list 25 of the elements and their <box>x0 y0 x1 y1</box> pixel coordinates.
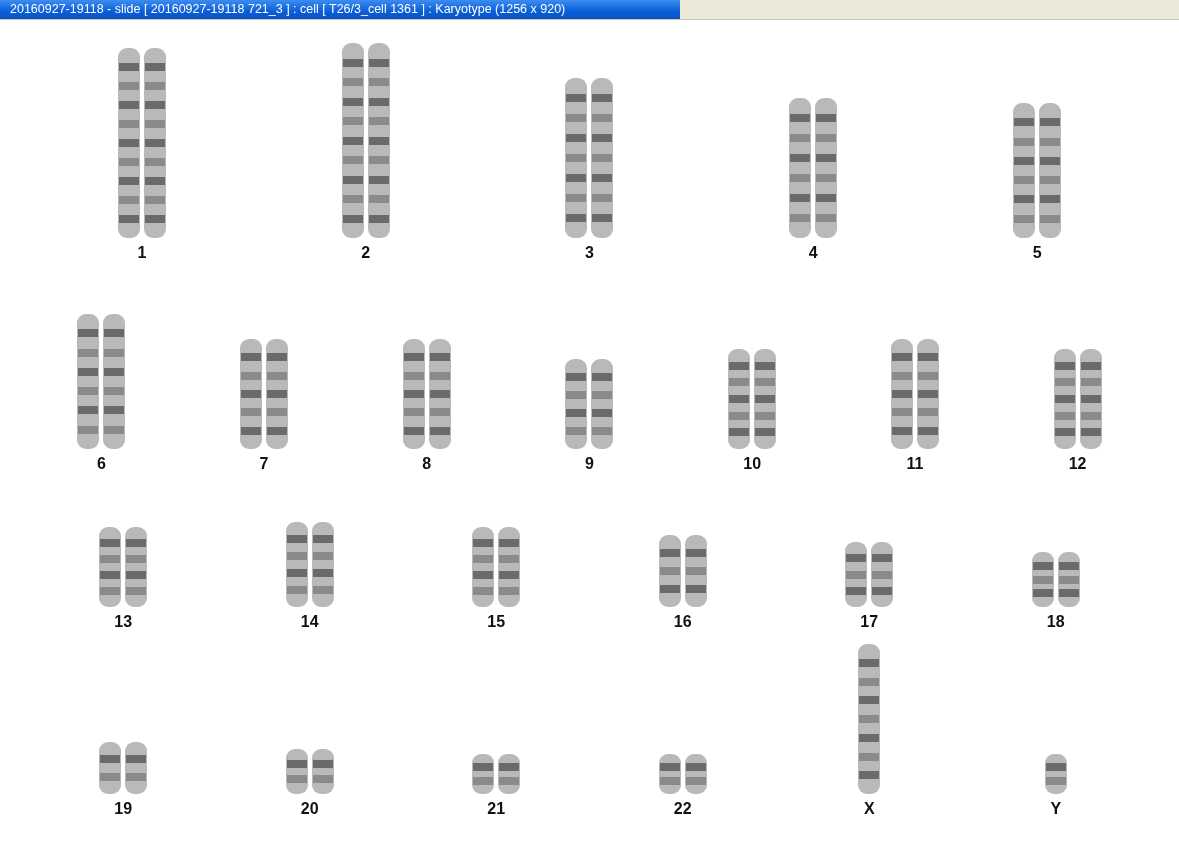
chromosome-number: 20 <box>300 800 319 818</box>
chromosome-number: 5 <box>1032 244 1042 262</box>
chromosome-number: X <box>863 800 875 818</box>
chromosome-number: 19 <box>114 800 133 818</box>
chromosome-number: 14 <box>300 613 319 631</box>
chromosome-number: 17 <box>860 613 879 631</box>
chromosome-number: 16 <box>673 613 692 631</box>
chromosome-number: 11 <box>906 455 924 473</box>
chromosome-number: Y <box>1050 800 1062 818</box>
chromosome-number: 15 <box>487 613 506 631</box>
chromosome-number: 9 <box>585 455 594 473</box>
chromosome-number: 2 <box>361 244 371 262</box>
chromosome-number: 4 <box>808 244 818 262</box>
chromosome-number: 8 <box>422 455 432 473</box>
chromosome-number: 7 <box>259 455 269 473</box>
chromosome-number: 18 <box>1046 613 1065 631</box>
chromosome-number: 13 <box>114 613 133 631</box>
chromosome-number: 1 <box>137 244 147 262</box>
chromosome-number: 12 <box>1068 455 1087 473</box>
chromosome-number: 21 <box>487 800 506 818</box>
chromosome-number: 10 <box>743 455 762 473</box>
chromosome-number: 22 <box>673 800 692 818</box>
window-title: 20160927-19118 - slide [ 20160927-19118 721_3 ] : cell [ T26/3_cell 1361 ] : Karyotype (1256 x 920) <box>0 0 680 19</box>
chromosome-number: 3 <box>585 244 594 262</box>
chromosome-number: 6 <box>96 455 106 473</box>
